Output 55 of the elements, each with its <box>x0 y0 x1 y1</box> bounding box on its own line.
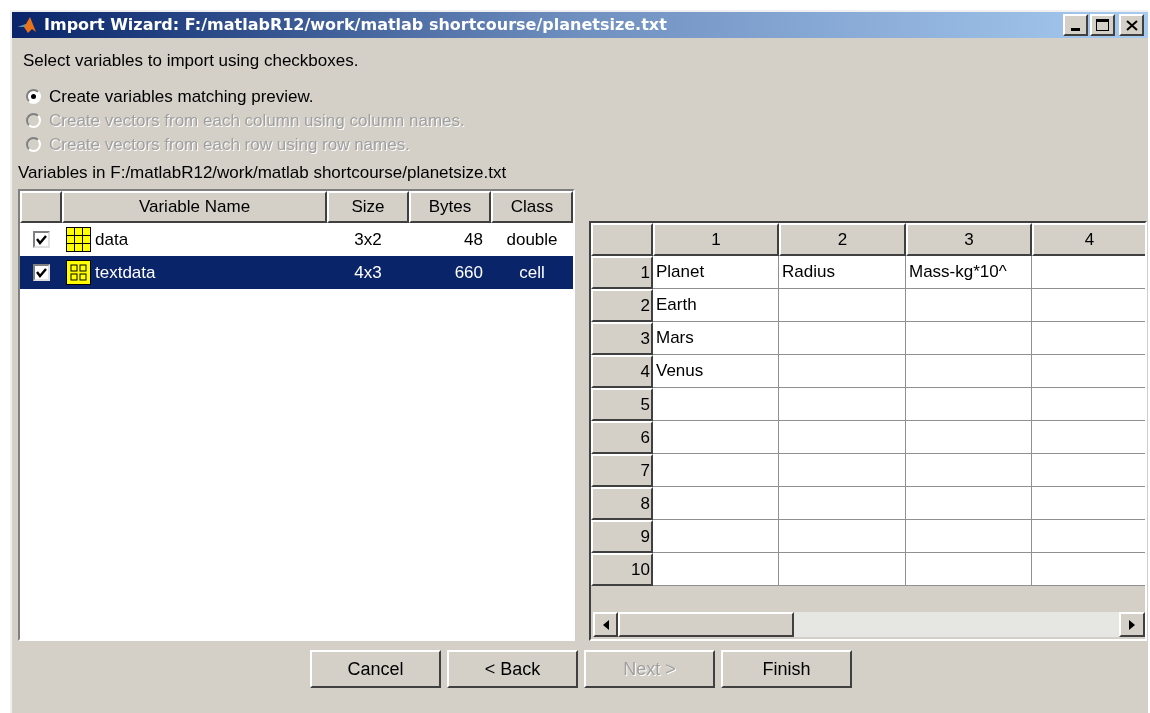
variable-size: 3x2 <box>354 228 382 251</box>
table-cell: Radius <box>779 256 906 289</box>
variable-name: data <box>95 228 129 251</box>
radio-option[interactable]: Create variables matching preview. <box>26 84 1148 109</box>
close-icon <box>1125 19 1138 31</box>
column-header[interactable]: Size <box>327 191 409 223</box>
scroll-left-button[interactable] <box>593 612 618 637</box>
table-row[interactable]: textdata 4x3 660 cell <box>20 256 573 289</box>
row-header[interactable]: 9 <box>591 520 653 553</box>
table-cell: Earth <box>653 289 779 322</box>
column-header[interactable]: 2 <box>779 223 906 256</box>
wizard-button[interactable]: Finish <box>721 650 852 688</box>
grid-icon <box>66 227 91 252</box>
minimize-button[interactable] <box>1063 14 1088 36</box>
scrollbar-thumb[interactable] <box>618 612 794 637</box>
row-header[interactable]: 6 <box>591 421 653 454</box>
column-header[interactable]: Bytes <box>409 191 491 223</box>
variable-bytes: 660 <box>454 261 483 284</box>
checkbox[interactable] <box>32 231 50 248</box>
row-header[interactable]: 1 <box>591 256 653 289</box>
close-button[interactable] <box>1119 14 1144 36</box>
wizard-button[interactable]: Cancel <box>310 650 441 688</box>
row-header[interactable]: 2 <box>591 289 653 322</box>
wizard-button[interactable]: < Back <box>447 650 578 688</box>
variable-class: double <box>506 228 558 251</box>
variable-name: textdata <box>95 261 156 284</box>
variable-bytes: 48 <box>464 228 483 251</box>
right-arrow-icon <box>1129 619 1135 630</box>
row-header[interactable]: 10 <box>591 553 653 586</box>
table-cell: Mars <box>653 322 779 355</box>
table-cell: Mass-kg*10^ <box>906 256 1032 289</box>
row-header[interactable]: 5 <box>591 388 653 421</box>
row-header[interactable]: 8 <box>591 487 653 520</box>
column-header[interactable]: 3 <box>906 223 1032 256</box>
table-cell: Planet <box>653 256 779 289</box>
variable-size: 4x3 <box>354 261 382 284</box>
row-header[interactable]: 4 <box>591 355 653 388</box>
left-arrow-icon <box>602 619 609 630</box>
column-header[interactable]: 4 <box>1032 223 1145 256</box>
column-header[interactable]: 1 <box>653 223 779 256</box>
instruction-text: Select variables to import using checkboxes. <box>23 50 360 72</box>
variables-label: Variables in F:/matlabR12/work/matlab shortcourse/planetsize.txt <box>18 161 508 184</box>
minimize-icon <box>1071 28 1080 31</box>
row-header[interactable]: 3 <box>591 322 653 355</box>
maximize-button[interactable] <box>1090 14 1115 36</box>
window-title: Import Wizard: F:/matlabR12/work/matlab shortcourse/planetsize.txt <box>44 14 667 36</box>
maximize-icon <box>1096 19 1109 31</box>
scroll-right-button[interactable] <box>1119 612 1145 637</box>
checkbox[interactable] <box>32 264 50 281</box>
cell-array-icon <box>66 260 91 285</box>
row-header[interactable]: 7 <box>591 454 653 487</box>
column-header[interactable]: Class <box>491 191 573 223</box>
column-header[interactable]: Variable Name <box>62 191 327 223</box>
table-cell: Venus <box>653 355 779 388</box>
variable-class: cell <box>519 261 545 284</box>
